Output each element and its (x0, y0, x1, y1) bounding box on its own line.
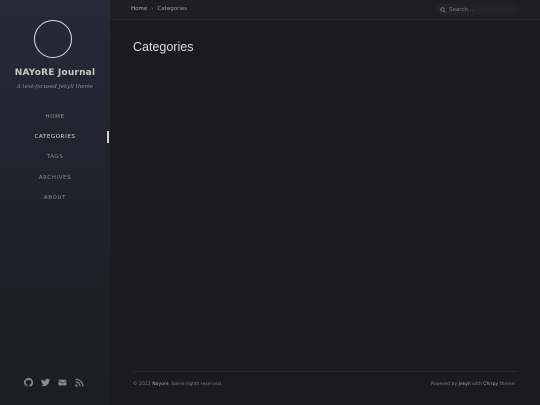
site-subtitle: A text-focused Jekyll theme (16, 84, 94, 90)
search-input[interactable] (449, 6, 515, 13)
footer-powered-by: Powered by Jekyll with Chirpy theme. (431, 382, 516, 387)
search-icon (440, 6, 446, 13)
page-title: Categories (133, 40, 194, 54)
jekyll-link[interactable]: Jekyll (459, 382, 471, 387)
sidebar-item-home[interactable]: HOME (0, 111, 110, 123)
site-title[interactable]: NAYoRE Journal (0, 68, 110, 78)
app-window: NAYoRE Journal A text-focused Jekyll the… (0, 0, 540, 405)
sidebar-item-tags[interactable]: TAGS (0, 151, 110, 163)
rss-icon[interactable] (75, 378, 84, 387)
footer-copyright: © 2022 Nayore. Some rights reserved. (133, 382, 222, 387)
topbar: Home › Categories (110, 0, 540, 20)
powered-prefix: Powered by (430, 382, 458, 387)
sidebar-item-about[interactable]: ABOUT (0, 192, 110, 204)
breadcrumb-current: Categories (157, 6, 188, 12)
avatar[interactable] (34, 20, 72, 58)
copyright-suffix: . Some rights reserved. (168, 382, 223, 387)
footer-divider (133, 371, 516, 372)
sidebar-item-categories[interactable]: CATEGORIES (0, 131, 110, 143)
theme-text: theme. (499, 382, 516, 387)
breadcrumb: Home › Categories (131, 6, 187, 12)
search-box[interactable] (436, 4, 520, 15)
owner-link[interactable]: Nayore (152, 382, 168, 387)
breadcrumb-separator: › (151, 6, 154, 12)
chirpy-link[interactable]: Chirpy (483, 382, 498, 387)
copyright-prefix: © 2022 (133, 382, 151, 387)
email-icon[interactable] (58, 378, 67, 387)
social-links (24, 378, 84, 388)
twitter-icon[interactable] (41, 378, 50, 387)
breadcrumb-home-link[interactable]: Home (131, 6, 147, 12)
with-text: with (472, 382, 482, 387)
sidebar: NAYoRE Journal A text-focused Jekyll the… (0, 0, 110, 405)
github-icon[interactable] (24, 378, 33, 387)
sidebar-item-archives[interactable]: ARCHIVES (0, 172, 110, 184)
